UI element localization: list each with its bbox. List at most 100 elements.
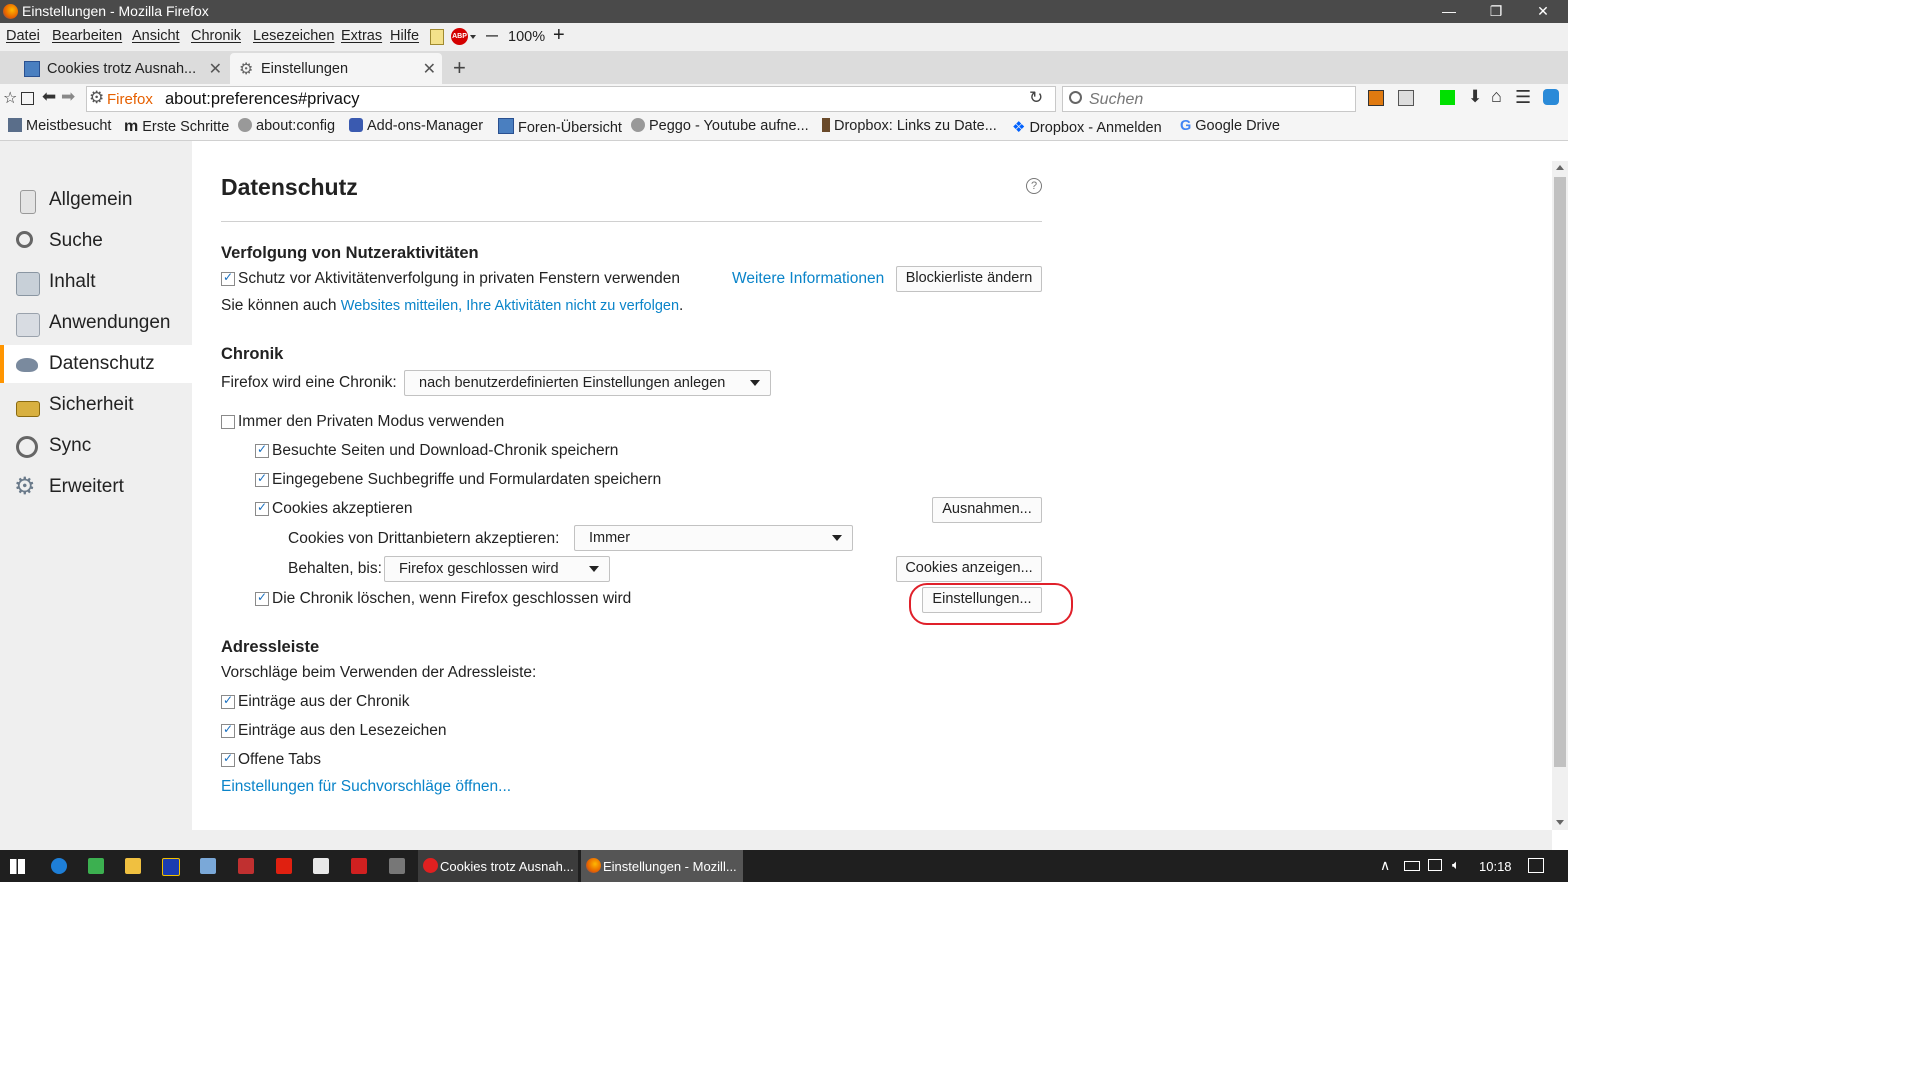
search-input[interactable]: Suchen <box>1089 91 1143 109</box>
suggest-bookmarks-checkbox[interactable] <box>221 722 235 738</box>
chevron-down-icon[interactable] <box>470 35 476 39</box>
edge-icon[interactable] <box>51 858 67 874</box>
change-blocklist-button[interactable]: Blockierliste ändern <box>896 266 1042 292</box>
menu-chronik[interactable]: Chronik <box>191 28 241 44</box>
adblock-icon[interactable]: ABP <box>451 28 468 45</box>
search-forms-checkbox[interactable] <box>255 471 269 487</box>
private-mode-checkbox[interactable] <box>221 415 235 429</box>
back-button[interactable]: ⬅ <box>42 87 56 107</box>
sidebar-item-sicherheit[interactable]: Sicherheit <box>0 386 192 424</box>
action-center-icon[interactable] <box>1528 858 1544 873</box>
battery-icon[interactable] <box>1404 861 1420 871</box>
exceptions-button[interactable]: Ausnahmen... <box>932 497 1042 523</box>
forward-button[interactable]: ➡ <box>61 87 75 107</box>
d-app-icon[interactable] <box>351 858 367 874</box>
bookmark-foren-uebersicht[interactable]: Foren-Übersicht <box>498 118 622 136</box>
suggest-tabs-checkbox[interactable] <box>221 751 235 767</box>
windows-start-icon[interactable] <box>10 859 25 874</box>
search-suggestions-link[interactable]: Einstellungen für Suchvorschläge öffnen.… <box>221 778 511 796</box>
sidebar-item-sync[interactable]: Sync <box>0 427 192 465</box>
addon-orange-icon[interactable] <box>1368 90 1384 106</box>
url-bar[interactable]: ⚙ Firefox about:preferences#privacy ↻ <box>86 86 1056 112</box>
taskbar-task-settings[interactable]: Einstellungen - Mozill... <box>581 850 743 882</box>
home-icon[interactable]: ⌂ <box>1491 86 1502 107</box>
visited-pages-checkbox[interactable] <box>255 442 269 458</box>
sync-addon-icon[interactable] <box>1543 89 1559 105</box>
accept-cookies-checkbox[interactable] <box>255 500 269 516</box>
bookmark-about-config[interactable]: about:config <box>238 118 335 134</box>
scroll-down-icon[interactable] <box>1556 820 1564 825</box>
keep-until-select[interactable]: Firefox geschlossen wird <box>384 556 610 582</box>
network-icon[interactable] <box>1428 859 1442 871</box>
url-input[interactable]: about:preferences#privacy <box>165 90 359 109</box>
page-scrollbar[interactable] <box>1552 161 1568 830</box>
printer-icon[interactable] <box>389 858 405 874</box>
minimize-button[interactable]: — <box>1426 0 1472 23</box>
close-window-button[interactable]: ✕ <box>1520 0 1566 23</box>
tab-bar: Cookies trotz Ausnah... ✕ ⚙ Einstellunge… <box>0 51 1568 84</box>
show-cookies-button[interactable]: Cookies anzeigen... <box>896 556 1042 582</box>
zoom-level[interactable]: 100% <box>508 29 545 45</box>
dnt-link[interactable]: Websites mitteilen, Ihre Aktivitäten nic… <box>341 298 679 314</box>
sidebar-item-suche[interactable]: Suche <box>0 222 192 260</box>
tab-settings[interactable]: ⚙ Einstellungen ✕ <box>230 53 442 84</box>
bookmark-erste-schritte[interactable]: m Erste Schritte <box>124 118 229 135</box>
taskbar-task-cookies[interactable]: Cookies trotz Ausnah... <box>418 850 578 882</box>
menu-hilfe[interactable]: Hilfe <box>390 28 419 44</box>
grid-tool-icon[interactable] <box>313 858 329 874</box>
identity-label[interactable]: Firefox <box>107 91 153 108</box>
download-icon[interactable]: ⬇ <box>1468 87 1482 107</box>
bookmark-meistbesucht[interactable]: Meistbesucht <box>8 118 111 134</box>
history-mode-select[interactable]: nach benutzerdefinierten Einstellungen a… <box>404 370 771 396</box>
sidebar-item-inhalt[interactable]: Inhalt <box>0 263 192 301</box>
addon-green-icon[interactable] <box>1440 90 1455 105</box>
bookmark-dropbox-login[interactable]: ❖ Dropbox - Anmelden <box>1012 118 1162 136</box>
bookmark-addons-manager[interactable]: Add-ons-Manager <box>349 118 483 134</box>
star-icon[interactable]: ☆ <box>3 88 17 108</box>
reader-icon[interactable] <box>21 92 34 105</box>
maximize-button[interactable]: ❐ <box>1473 0 1519 23</box>
third-party-select[interactable]: Immer <box>574 525 853 551</box>
scrollbar-thumb[interactable] <box>1554 177 1566 767</box>
sidebar-item-allgemein[interactable]: Allgemein <box>0 181 192 219</box>
bookmark-dropbox-links[interactable]: Dropbox: Links zu Date... <box>822 118 997 134</box>
sidebar-item-anwendungen[interactable]: Anwendungen <box>0 304 192 342</box>
more-info-link[interactable]: Weitere Informationen <box>732 270 884 288</box>
hamburger-menu-icon[interactable]: ☰ <box>1515 87 1531 108</box>
scroll-up-icon[interactable] <box>1556 165 1564 170</box>
filezilla-icon[interactable] <box>162 858 180 876</box>
bookmark-google-drive[interactable]: G Google Drive <box>1180 118 1280 134</box>
close-tab-icon[interactable]: ✕ <box>423 59 436 79</box>
clear-on-close-checkbox[interactable] <box>255 590 269 606</box>
new-tab-button[interactable]: + <box>453 55 466 81</box>
app-icon[interactable] <box>200 858 216 874</box>
close-tab-icon[interactable]: ✕ <box>209 59 222 79</box>
volume-icon[interactable]: 🔈︎ <box>1452 857 1460 873</box>
tab-cookies[interactable]: Cookies trotz Ausnah... ✕ <box>16 53 228 84</box>
sidebar-item-erweitert[interactable]: ⚙ Erweitert <box>0 468 192 506</box>
screenshot-icon[interactable] <box>238 858 254 874</box>
menu-bearbeiten[interactable]: Bearbeiten <box>52 28 122 44</box>
addon-gray-icon[interactable] <box>1398 90 1414 106</box>
notepad-plus-icon[interactable] <box>88 858 104 874</box>
file-explorer-icon[interactable] <box>125 858 141 874</box>
menu-extras[interactable]: Extras <box>341 28 382 44</box>
menu-ansicht[interactable]: Ansicht <box>132 28 180 44</box>
tracking-protection-checkbox[interactable] <box>221 270 235 286</box>
zoom-out-button[interactable]: — <box>486 28 498 42</box>
search-bar[interactable]: Suchen <box>1062 86 1356 112</box>
gear-icon: ⚙ <box>14 473 36 500</box>
reload-icon[interactable]: ↻ <box>1029 88 1043 108</box>
notepad-icon[interactable] <box>430 29 444 45</box>
sidebar-item-datenschutz[interactable]: Datenschutz <box>0 345 192 383</box>
firefox-logo-icon <box>586 858 601 873</box>
suggest-history-checkbox[interactable] <box>221 693 235 709</box>
zoom-in-button[interactable]: + <box>553 24 565 47</box>
bookmark-peggo[interactable]: Peggo - Youtube aufne... <box>631 118 809 134</box>
download-manager-icon[interactable] <box>276 858 292 874</box>
clock-time[interactable]: 10:18 <box>1479 859 1512 874</box>
help-icon[interactable]: ? <box>1026 178 1042 194</box>
menu-lesezeichen[interactable]: Lesezeichen <box>253 28 334 44</box>
tray-chevron-icon[interactable]: ∧ <box>1380 857 1390 874</box>
menu-datei[interactable]: Datei <box>6 28 40 44</box>
